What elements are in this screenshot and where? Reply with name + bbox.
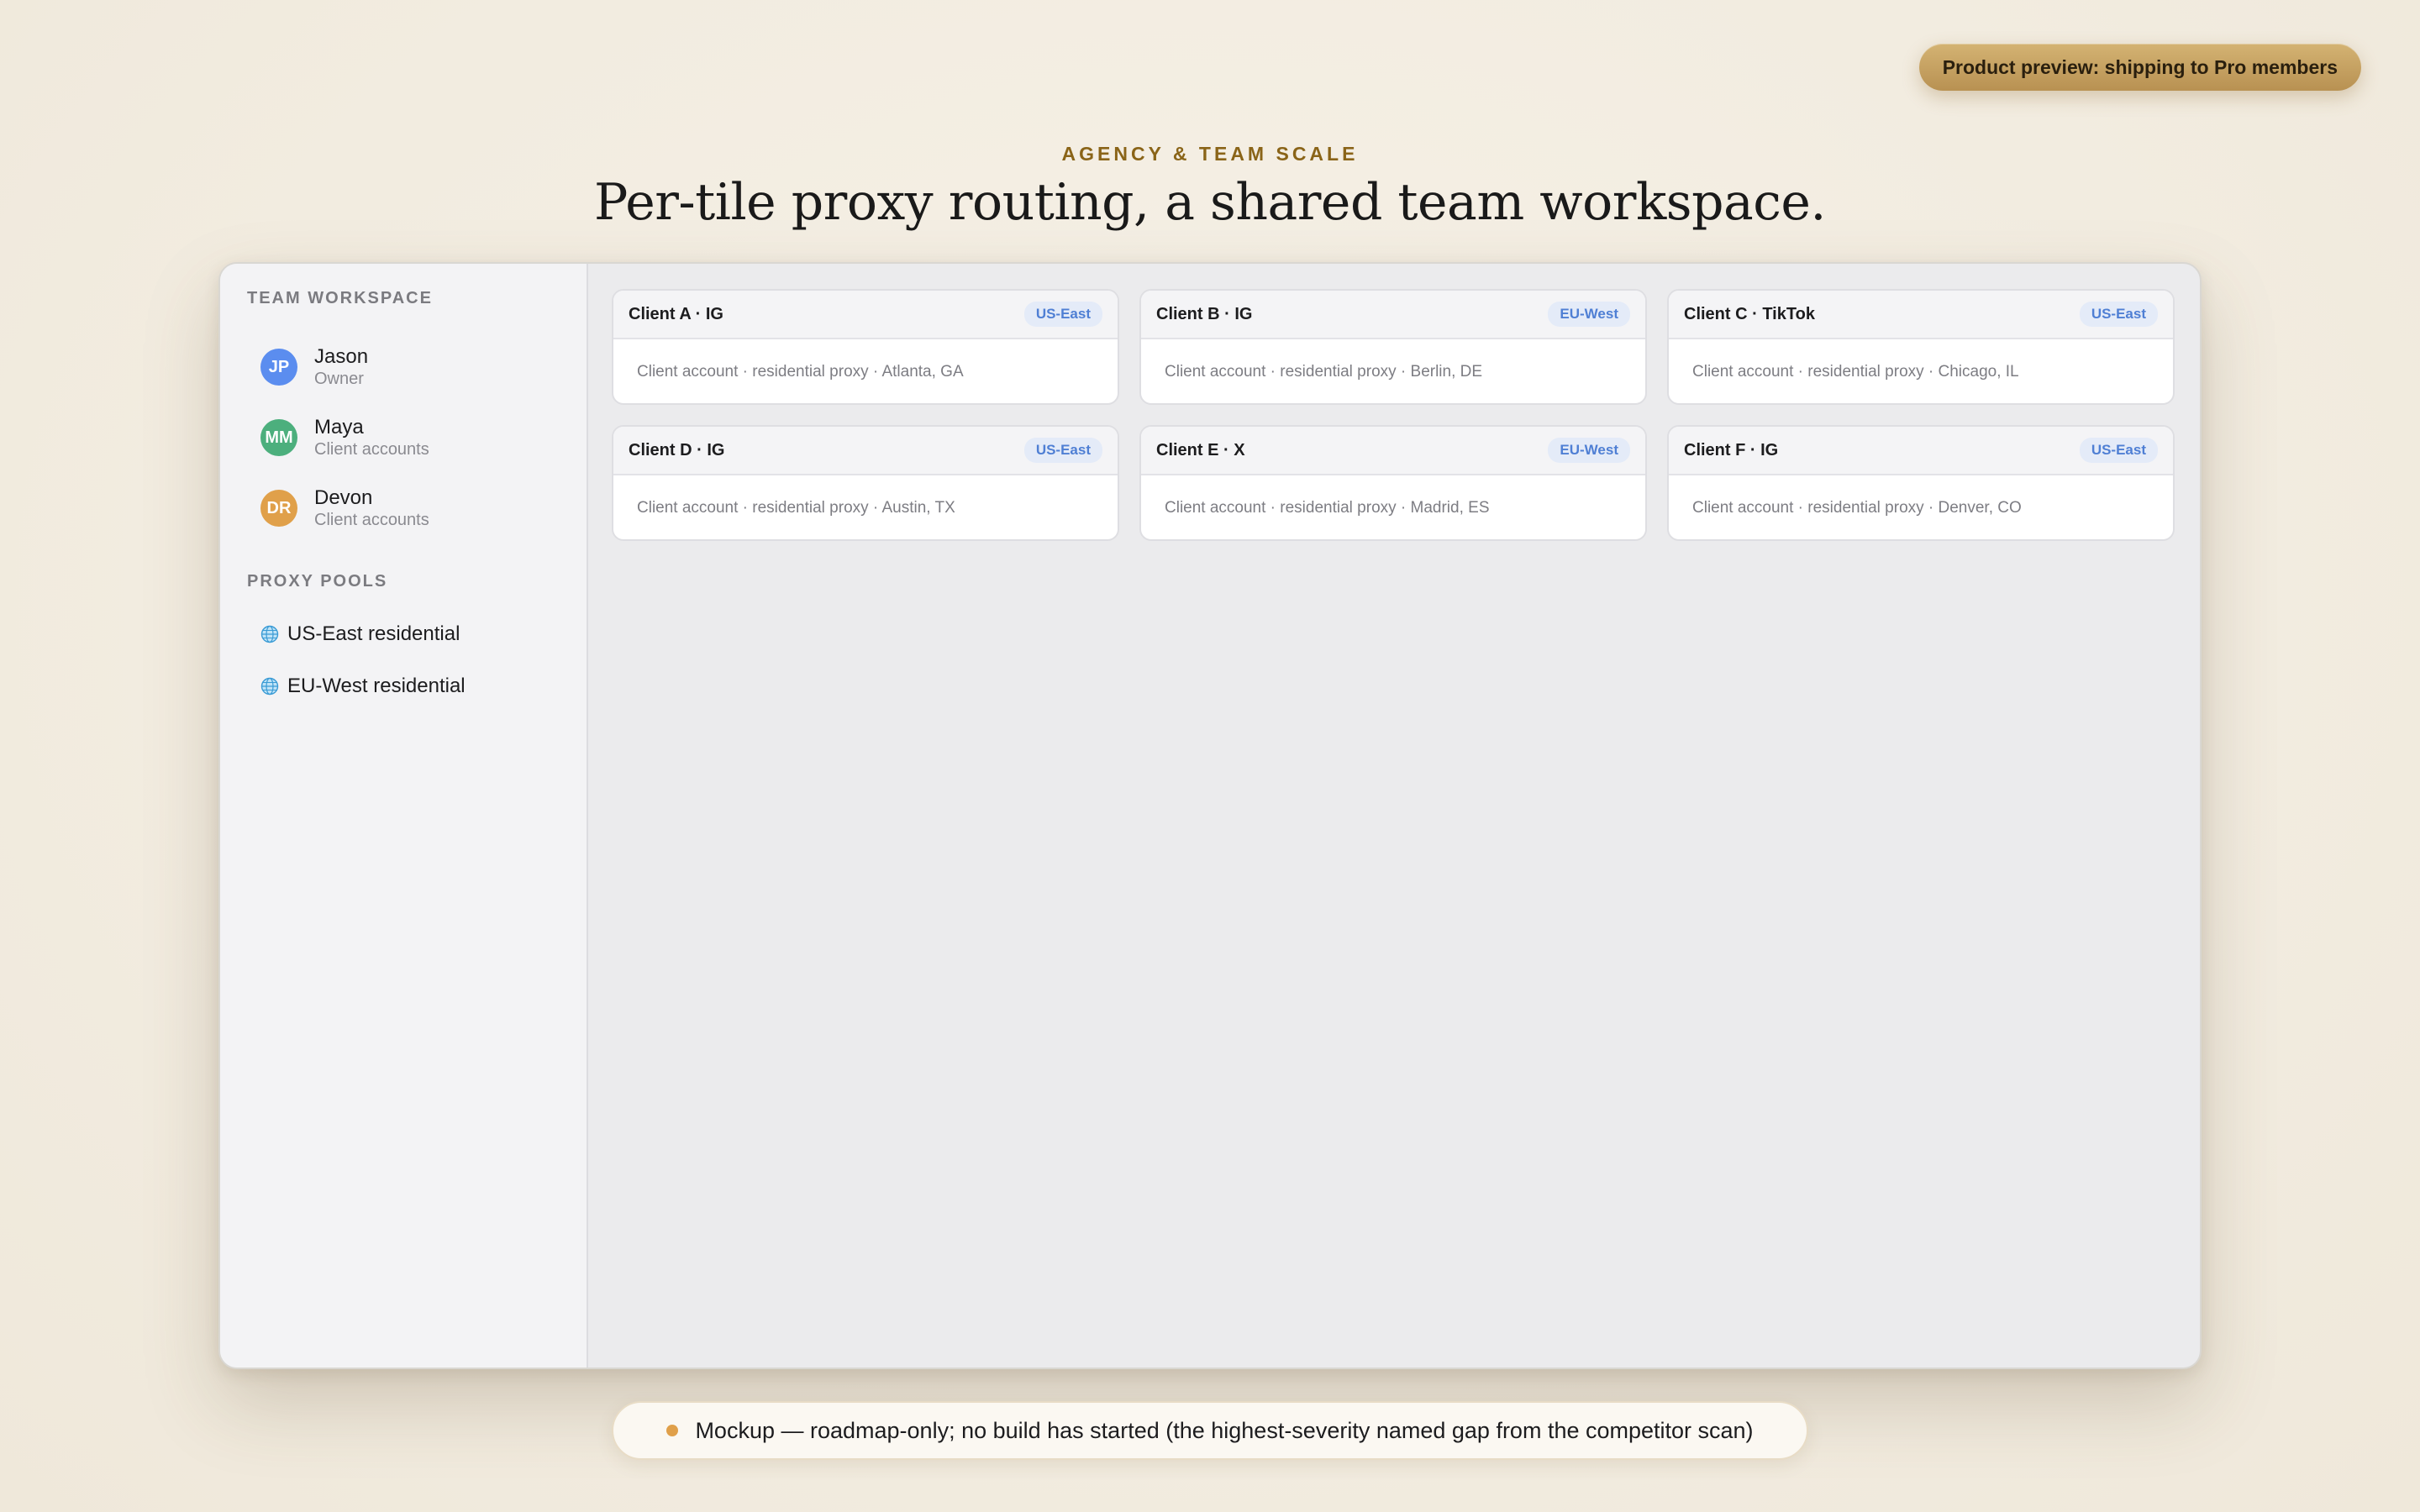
client-tile-c[interactable]: Client C · TikTok US-East Client account… — [1667, 289, 2175, 405]
region-badge: US-East — [1023, 438, 1102, 463]
member-item-jason[interactable]: JP Jason Owner — [247, 332, 560, 402]
avatar: MM — [260, 419, 297, 456]
sidebar: TEAM WORKSPACE JP Jason Owner MM Maya Cl… — [220, 264, 588, 1368]
member-role: Owner — [314, 370, 364, 388]
globe-icon — [260, 625, 279, 643]
member-role: Client accounts — [314, 440, 429, 459]
tile-title: Client E · X — [1156, 440, 1245, 459]
client-tile-d[interactable]: Client D · IG US-East Client account · r… — [612, 425, 1119, 541]
tile-title: Client F · IG — [1684, 440, 1779, 459]
pool-label: US-East residential — [287, 622, 460, 645]
app-window-mockup: TEAM WORKSPACE JP Jason Owner MM Maya Cl… — [218, 262, 2202, 1369]
mockup-status-note: Mockup — roadmap-only; no build has star… — [612, 1401, 1808, 1460]
proxy-pools-heading: PROXY POOLS — [247, 572, 388, 591]
tile-grid: Client A · IG US-East Client account · r… — [612, 289, 2176, 541]
pool-item-eu-west[interactable]: EU-West residential — [247, 660, 560, 712]
tile-title: Client C · TikTok — [1684, 304, 1815, 323]
member-name: Maya — [314, 416, 364, 438]
mockup-status-text: Mockup — roadmap-only; no build has star… — [695, 1417, 1754, 1443]
tile-detail: Client account · residential proxy · Atl… — [637, 363, 964, 381]
globe-icon — [260, 677, 279, 696]
team-workspace-heading: TEAM WORKSPACE — [247, 289, 433, 307]
tile-header: Client B · IG EU-West — [1141, 291, 1645, 339]
page-headline: Per-tile proxy routing, a shared team wo… — [594, 173, 1826, 232]
region-badge: US-East — [1023, 302, 1102, 327]
tile-detail: Client account · residential proxy · Den… — [1692, 499, 2022, 517]
tile-detail: Client account · residential proxy · Ber… — [1165, 363, 1483, 381]
region-badge: EU-West — [1548, 438, 1630, 463]
tile-detail: Client account · residential proxy · Aus… — [637, 499, 955, 517]
client-tile-f[interactable]: Client F · IG US-East Client account · r… — [1667, 425, 2175, 541]
section-eyebrow: AGENCY & TEAM SCALE — [1061, 143, 1359, 165]
tile-title: Client D · IG — [629, 440, 725, 459]
tile-detail: Client account · residential proxy · Chi… — [1692, 363, 2019, 381]
pool-item-us-east[interactable]: US-East residential — [247, 608, 560, 660]
client-tile-b[interactable]: Client B · IG EU-West Client account · r… — [1139, 289, 1647, 405]
avatar: DR — [260, 490, 297, 527]
region-badge: US-East — [2079, 302, 2158, 327]
pool-label: EU-West residential — [287, 675, 466, 697]
tile-workspace: Client A · IG US-East Client account · r… — [588, 264, 2200, 1368]
client-tile-a[interactable]: Client A · IG US-East Client account · r… — [612, 289, 1119, 405]
member-item-maya[interactable]: MM Maya Client accounts — [247, 402, 560, 473]
region-badge: US-East — [2079, 438, 2158, 463]
tile-detail: Client account · residential proxy · Mad… — [1165, 499, 1490, 517]
product-preview-badge: Product preview: shipping to Pro members — [1918, 44, 2361, 91]
tile-title: Client A · IG — [629, 304, 723, 323]
tile-header: Client D · IG US-East — [613, 427, 1118, 475]
tile-header: Client A · IG US-East — [613, 291, 1118, 339]
tile-header: Client F · IG US-East — [1669, 427, 2173, 475]
status-dot-icon — [666, 1425, 679, 1436]
tile-header: Client C · TikTok US-East — [1669, 291, 2173, 339]
region-badge: EU-West — [1548, 302, 1630, 327]
tile-header: Client E · X EU-West — [1141, 427, 1645, 475]
member-item-devon[interactable]: DR Devon Client accounts — [247, 473, 560, 543]
member-name: Devon — [314, 486, 373, 509]
tile-title: Client B · IG — [1156, 304, 1253, 323]
member-role: Client accounts — [314, 511, 429, 529]
avatar: JP — [260, 349, 297, 386]
member-name: Jason — [314, 345, 369, 368]
client-tile-e[interactable]: Client E · X EU-West Client account · re… — [1139, 425, 1647, 541]
